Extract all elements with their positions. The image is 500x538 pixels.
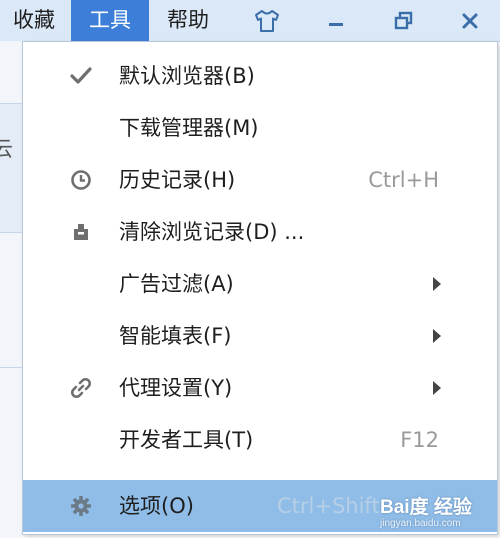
link-icon [67, 374, 95, 402]
clock-icon [67, 166, 95, 194]
menu-item-autofill[interactable]: 智能填表(F) [23, 310, 497, 362]
tshirt-skin-icon[interactable] [247, 0, 287, 41]
checkmark-icon [67, 62, 95, 90]
shortcut-text: Ctrl+Shift [277, 494, 380, 518]
menu-help[interactable]: 帮助 [150, 0, 226, 41]
background-partial-text: 云 [0, 137, 13, 161]
close-icon[interactable] [450, 0, 490, 41]
menu-item-label: 默认浏览器(B) [119, 64, 255, 88]
menu-item-developer-tools[interactable]: 开发者工具(T) F12 [23, 414, 497, 466]
menu-item-label: 代理设置(Y) [119, 376, 233, 400]
menu-item-default-browser[interactable]: 默认浏览器(B) [23, 50, 497, 102]
menu-item-label: 选项(O) [119, 494, 194, 518]
shortcut-text: F12 [400, 428, 439, 452]
watermark-url: jingyan.baidu.com [380, 518, 461, 529]
submenu-arrow-icon [433, 329, 441, 343]
menu-item-label: 清除浏览记录(D) ... [119, 220, 305, 244]
restore-icon[interactable] [384, 0, 424, 41]
menu-item-proxy-settings[interactable]: 代理设置(Y) [23, 362, 497, 414]
shortcut-text: Ctrl+H [368, 168, 439, 192]
submenu-arrow-icon [433, 277, 441, 291]
menu-item-download-manager[interactable]: 下载管理器(M) [23, 102, 497, 154]
tools-dropdown-menu: 默认浏览器(B) 下载管理器(M) 历史记录(H) Ctrl+H 清除浏览记录(… [22, 41, 498, 535]
menu-bar: 收藏 工具 帮助 [0, 0, 500, 42]
eraser-icon [67, 218, 95, 246]
menu-favorites[interactable]: 收藏 [0, 0, 68, 41]
baidu-jingyan-watermark: Bai度 经验 jingyan.baidu.com [380, 492, 498, 536]
menu-item-label: 开发者工具(T) [119, 428, 254, 452]
background-page-edge: 云 [0, 41, 22, 538]
menu-item-label: 智能填表(F) [119, 324, 232, 348]
menu-item-label: 历史记录(H) [119, 168, 236, 192]
menu-item-ad-filter[interactable]: 广告过滤(A) [23, 258, 497, 310]
menu-item-clear-history[interactable]: 清除浏览记录(D) ... [23, 206, 497, 258]
menu-item-history[interactable]: 历史记录(H) Ctrl+H [23, 154, 497, 206]
gear-icon [67, 492, 95, 520]
submenu-arrow-icon [433, 381, 441, 395]
minimize-icon[interactable] [316, 0, 356, 41]
menu-tools[interactable]: 工具 [71, 0, 149, 41]
menu-item-label: 广告过滤(A) [119, 272, 234, 296]
watermark-logo: Bai度 经验 [380, 497, 472, 518]
menu-item-label: 下载管理器(M) [119, 116, 259, 140]
